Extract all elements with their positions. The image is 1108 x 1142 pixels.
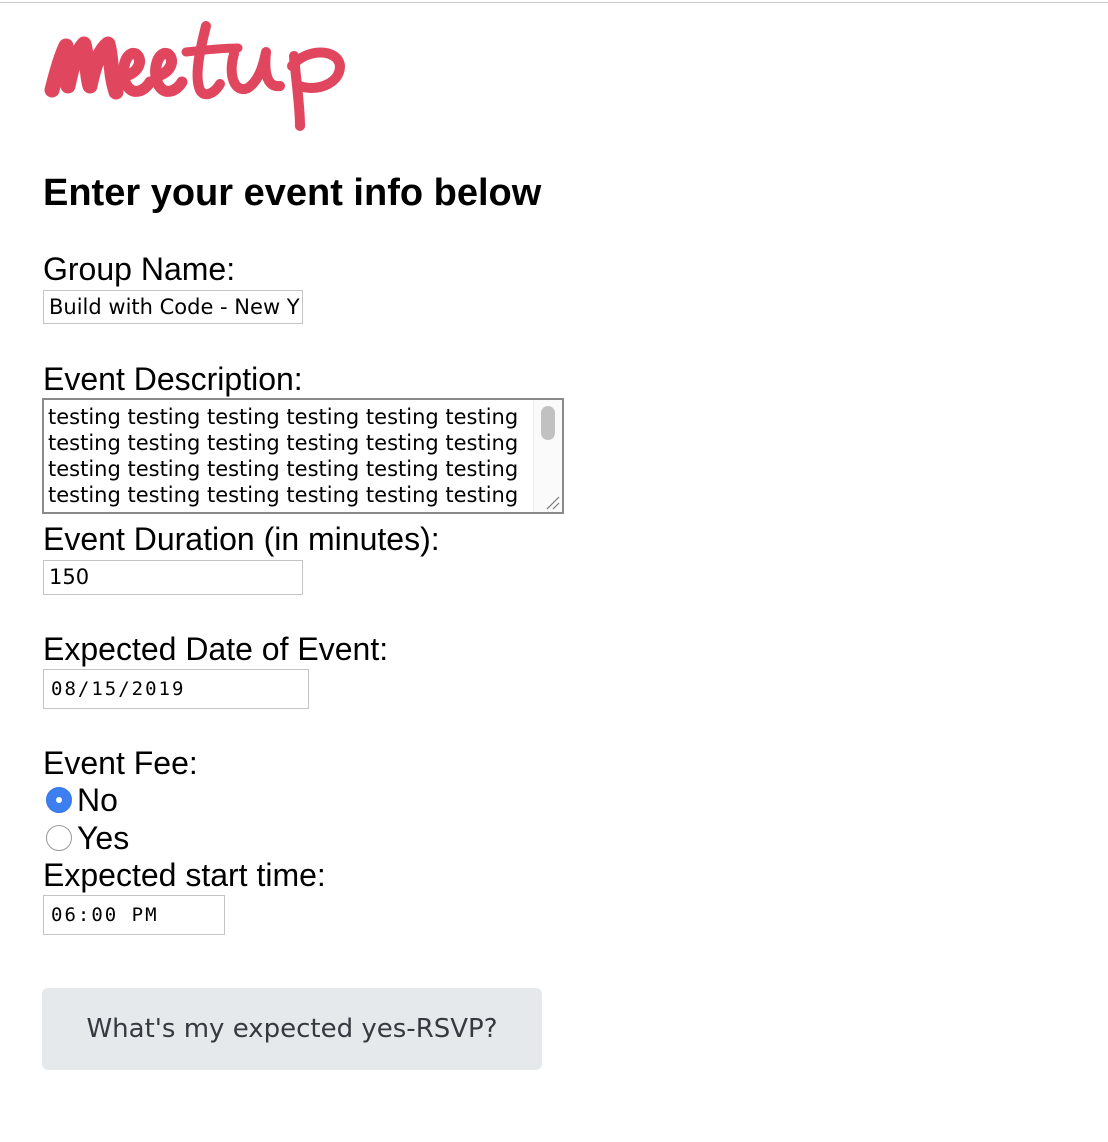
meetup-logo — [38, 14, 348, 134]
resize-handle-icon[interactable] — [544, 494, 560, 510]
event-description-textarea[interactable]: testing testing testing testing testing … — [42, 398, 564, 514]
event-description-label: Event Description: — [43, 361, 303, 397]
description-line: testing testing testing testing testing … — [48, 431, 519, 455]
fee-no-label: No — [77, 782, 118, 818]
group-name-input[interactable]: Build with Code - New Y — [43, 290, 303, 324]
start-time-input[interactable]: 06:00 PM — [43, 895, 225, 935]
start-time-label: Expected start time: — [43, 857, 326, 893]
fee-yes-radio[interactable] — [46, 825, 72, 851]
event-date-input[interactable]: 08/15/2019 — [43, 669, 309, 709]
meetup-logo-script — [44, 21, 345, 131]
fee-option-yes[interactable]: Yes — [46, 819, 129, 857]
top-divider — [0, 2, 1108, 3]
fee-yes-label: Yes — [77, 820, 130, 856]
expected-rsvp-button[interactable]: What's my expected yes-RSVP? — [42, 988, 542, 1070]
description-line: testing testing testing testing testing … — [48, 405, 519, 429]
scrollbar-thumb[interactable] — [541, 406, 555, 440]
fee-option-no[interactable]: No — [46, 781, 118, 819]
event-duration-input[interactable]: 150 — [43, 560, 303, 595]
description-line: testing testing testing testing testing … — [48, 483, 519, 507]
event-duration-label: Event Duration (in minutes): — [43, 521, 440, 557]
page-title: Enter your event info below — [43, 172, 542, 214]
description-line: testing testing testing testing testing … — [48, 457, 519, 481]
event-fee-label: Event Fee: — [43, 745, 198, 781]
event-date-label: Expected Date of Event: — [43, 631, 389, 667]
fee-no-radio[interactable] — [46, 787, 72, 813]
group-name-label: Group Name: — [43, 251, 236, 287]
event-description-text: testing testing testing testing testing … — [48, 404, 528, 508]
